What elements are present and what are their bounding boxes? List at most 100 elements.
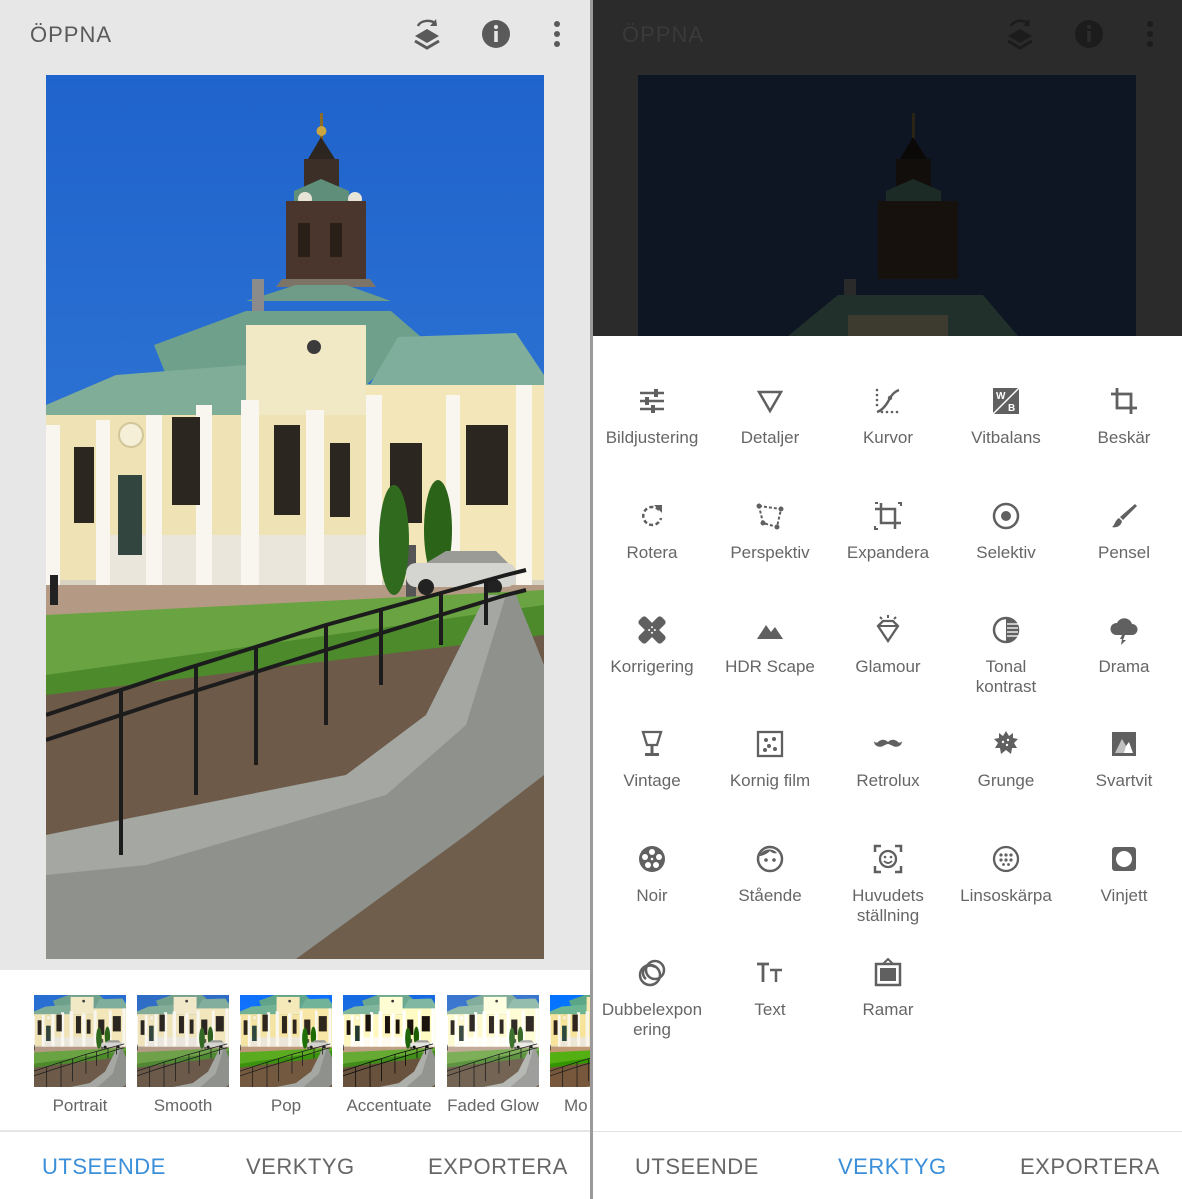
healing-icon: [635, 613, 669, 647]
selective-icon: [989, 499, 1023, 533]
tool-label: Selektiv: [976, 543, 1036, 562]
tool-black-white[interactable]: Svartvit: [1065, 727, 1182, 791]
look-accentuate[interactable]: Accentuate: [343, 995, 435, 1116]
tool-cloud[interactable]: Drama: [1065, 613, 1182, 677]
tool-mountain[interactable]: HDR Scape: [711, 613, 829, 677]
tool-rotate[interactable]: Rotera: [593, 499, 711, 563]
tab-tools[interactable]: VERKTYG: [246, 1154, 355, 1180]
lens-blur-icon: [989, 842, 1023, 876]
look-label: Portrait: [52, 1096, 108, 1115]
tool-label: HDR Scape: [725, 657, 815, 676]
top-bar: ÖPPNA: [0, 0, 590, 70]
expand-icon: [871, 499, 905, 533]
open-button[interactable]: ÖPPNA: [30, 22, 112, 48]
tool-grain[interactable]: Kornig film: [711, 727, 829, 791]
cloud-icon: [1107, 613, 1141, 647]
look-label: Faded Glow: [447, 1096, 539, 1115]
tool-head-pose[interactable]: Huvudets ställning: [829, 842, 947, 926]
tool-label: Beskär: [1097, 428, 1151, 447]
tool-film-reel[interactable]: Noir: [593, 842, 711, 906]
tool-selective[interactable]: Selektiv: [947, 499, 1065, 563]
black-white-icon: [1107, 727, 1141, 761]
tool-sliders[interactable]: Bildjustering: [593, 384, 711, 448]
grain-icon: [753, 727, 787, 761]
tool-label: Noir: [636, 886, 668, 905]
tool-label: Dubbelexpon ering: [601, 1000, 703, 1039]
look-smooth[interactable]: Smooth: [137, 995, 229, 1116]
tool-face[interactable]: Stående: [711, 842, 829, 906]
look-faded-glow[interactable]: Faded Glow: [447, 995, 539, 1116]
tool-label: Expandera: [846, 543, 930, 562]
info-icon[interactable]: [479, 17, 513, 51]
perspective-icon: [753, 499, 787, 533]
brush-icon: [1107, 499, 1141, 533]
look-thumbnail: [550, 995, 590, 1087]
white-balance-icon: WB: [989, 384, 1023, 418]
tab-looks[interactable]: UTSEENDE: [635, 1154, 759, 1180]
more-menu-icon[interactable]: [540, 17, 574, 51]
tool-label: Kornig film: [729, 771, 811, 790]
tool-label: Detaljer: [740, 428, 800, 447]
look-thumbnail: [343, 995, 435, 1087]
frame-icon: [871, 956, 905, 990]
tool-vignette[interactable]: Vinjett: [1065, 842, 1182, 906]
tab-export[interactable]: EXPORTERA: [1020, 1154, 1160, 1180]
tool-label: Bildjustering: [605, 428, 699, 447]
tab-looks[interactable]: UTSEENDE: [42, 1154, 166, 1180]
tool-label: Huvudets ställning: [852, 886, 924, 925]
tool-label: Linsoskärpa: [960, 886, 1052, 905]
more-menu-icon: [1133, 17, 1167, 51]
look-thumbnail: [240, 995, 332, 1087]
tool-label: Kurvor: [862, 428, 914, 447]
film-reel-icon: [635, 842, 669, 876]
tool-brush[interactable]: Pensel: [1065, 499, 1182, 563]
tool-curves[interactable]: Kurvor: [829, 384, 947, 448]
dimmed-background: ÖPPNA: [593, 0, 1182, 336]
tool-triangle-down[interactable]: Detaljer: [711, 384, 829, 448]
tool-text[interactable]: Text: [711, 956, 829, 1020]
rotate-icon: [635, 499, 669, 533]
tool-white-balance[interactable]: W B Vitbalans: [947, 384, 1065, 448]
look-pop[interactable]: Pop: [240, 995, 332, 1116]
tool-label: Rotera: [626, 543, 678, 562]
grunge-icon: [989, 727, 1023, 761]
tab-tools[interactable]: VERKTYG: [838, 1154, 947, 1180]
look-label: Pop: [270, 1096, 302, 1115]
history-stack-icon[interactable]: [410, 17, 444, 51]
tool-label: Tonal kontrast: [975, 657, 1037, 696]
diamond-icon: [871, 613, 905, 647]
vignette-icon: [1107, 842, 1141, 876]
tools-screen: ÖPPNA Bildjustering Detaljer Kurvor W B Vitba…: [593, 0, 1182, 1199]
info-icon: [1072, 17, 1106, 51]
tool-label: Stående: [738, 886, 802, 905]
tool-mustache[interactable]: Retrolux: [829, 727, 947, 791]
lamp-icon: [635, 727, 669, 761]
tool-expand[interactable]: Expandera: [829, 499, 947, 563]
look-thumbnail: [447, 995, 539, 1087]
look-partial[interactable]: Mo: [550, 995, 590, 1116]
tool-perspective[interactable]: Perspektiv: [711, 499, 829, 563]
tool-crop[interactable]: Beskär: [1065, 384, 1182, 448]
double-exposure-icon: [635, 956, 669, 990]
tool-lens-blur[interactable]: Linsoskärpa: [947, 842, 1065, 906]
tonal-contrast-icon: [989, 613, 1023, 647]
look-portrait[interactable]: Portrait: [34, 995, 126, 1116]
tab-export[interactable]: EXPORTERA: [428, 1154, 568, 1180]
history-stack-icon: [1003, 17, 1037, 51]
tool-frame[interactable]: Ramar: [829, 956, 947, 1020]
tool-double-exposure[interactable]: Dubbelexpon ering: [593, 956, 711, 1040]
open-button: ÖPPNA: [622, 22, 705, 47]
tool-tonal-contrast[interactable]: Tonal kontrast: [947, 613, 1065, 697]
look-thumbnail: [137, 995, 229, 1087]
tool-healing[interactable]: Korrigering: [593, 613, 711, 677]
tool-label: Vinjett: [1100, 886, 1148, 905]
tool-label: Drama: [1098, 657, 1150, 676]
tool-lamp[interactable]: Vintage: [593, 727, 711, 791]
looks-strip: Portrait Smooth Pop Accentuate Faded Glo…: [0, 970, 590, 1130]
edited-photo: [46, 75, 544, 959]
tool-grunge[interactable]: Grunge: [947, 727, 1065, 791]
tool-label: Retrolux: [856, 771, 920, 790]
tool-diamond[interactable]: Glamour: [829, 613, 947, 677]
tool-label: Grunge: [977, 771, 1035, 790]
svg-text:W: W: [996, 391, 1006, 402]
